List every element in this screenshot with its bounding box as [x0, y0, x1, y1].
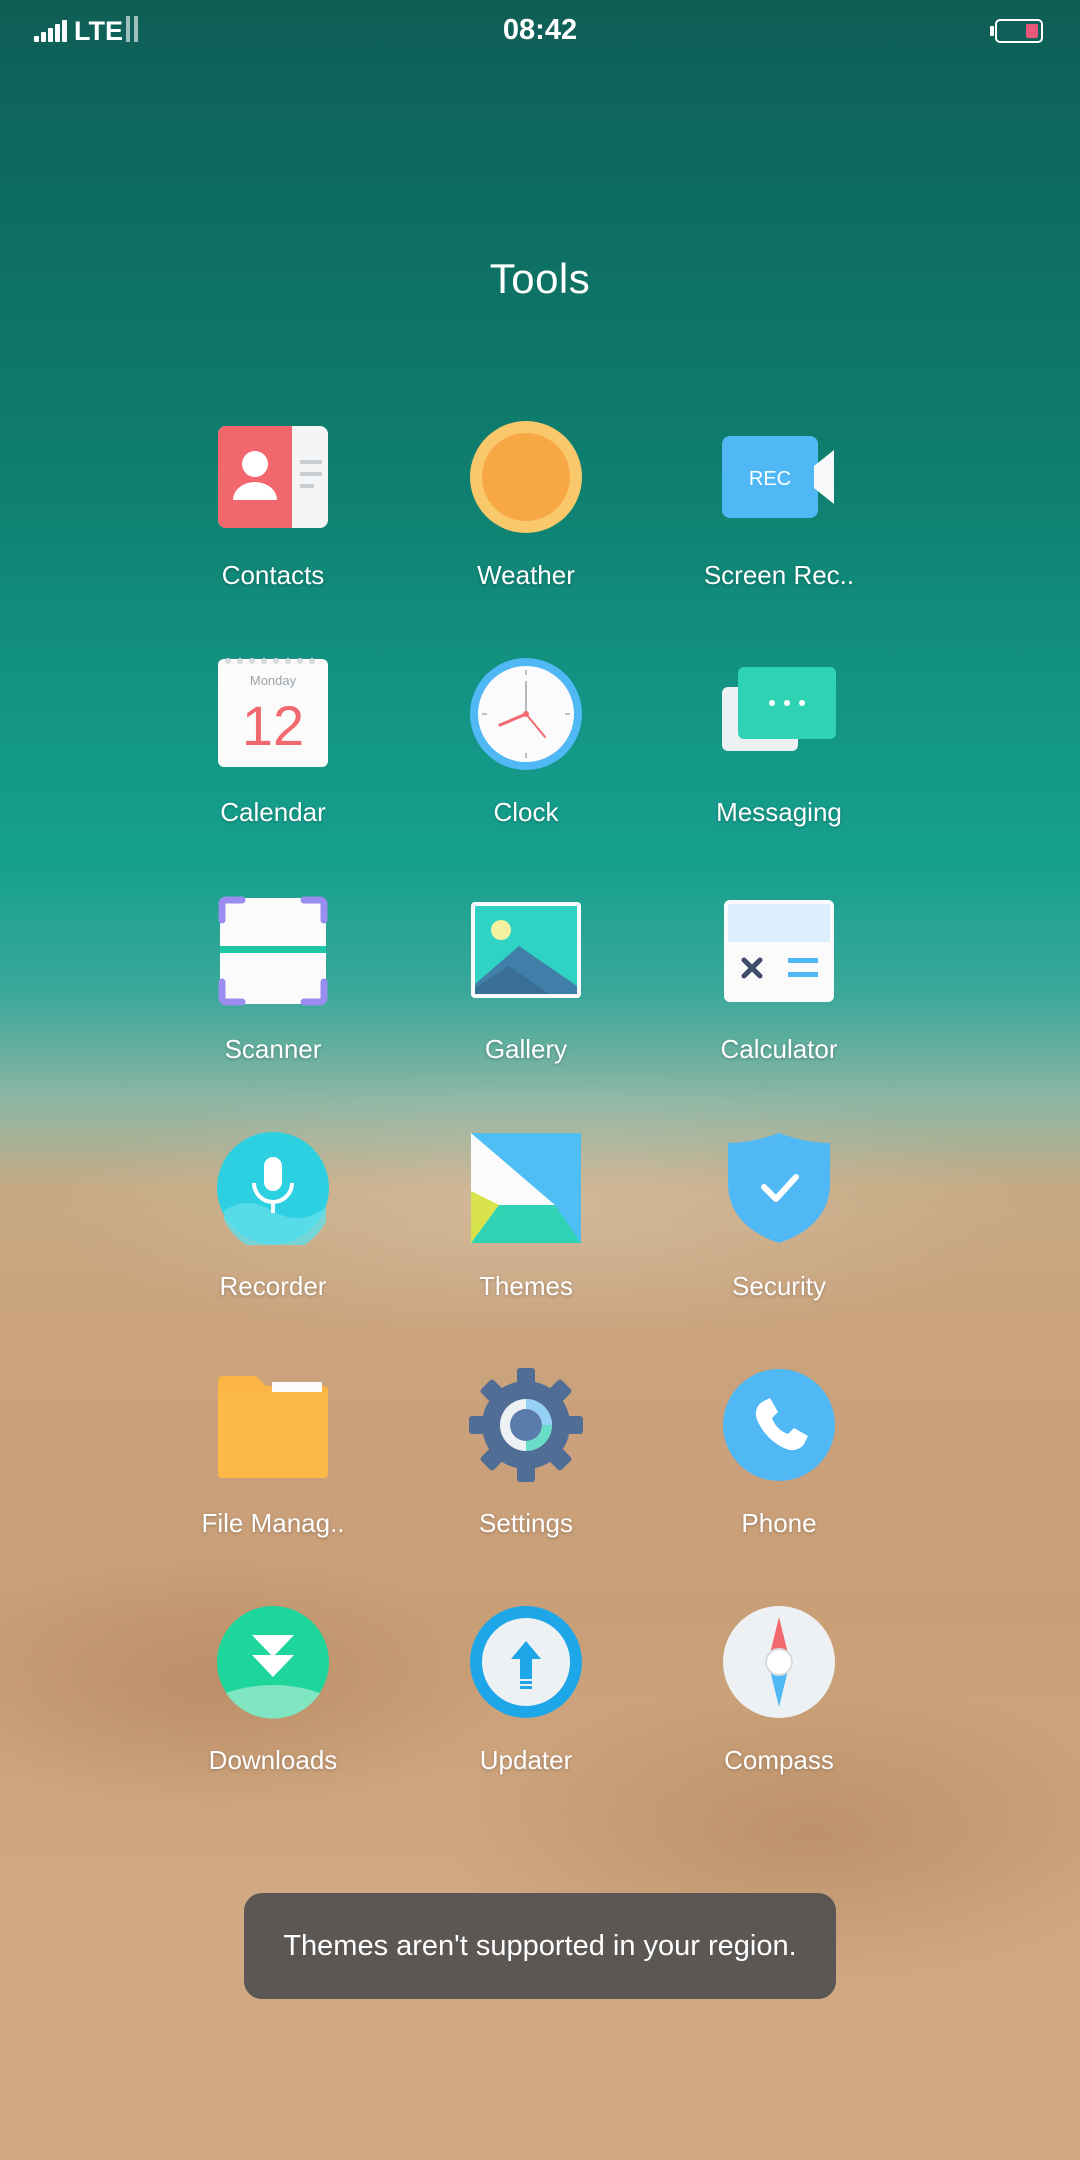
app-label: Clock — [493, 797, 559, 827]
app-contacts[interactable]: Contacts — [173, 420, 373, 620]
app-screen-recorder[interactable]: REC Screen Rec.. — [679, 420, 879, 620]
app-label: Downloads — [208, 1745, 338, 1775]
download-icon — [216, 1605, 330, 1719]
app-file-manager[interactable]: File Manag.. — [173, 1368, 373, 1568]
clock-icon — [469, 657, 583, 771]
app-label: Screen Rec.. — [703, 560, 855, 590]
app-compass[interactable]: Compass — [679, 1605, 879, 1805]
app-clock[interactable]: Clock — [426, 657, 626, 857]
app-label: Recorder — [219, 1271, 327, 1301]
app-phone[interactable]: Phone — [679, 1368, 879, 1568]
app-weather[interactable]: Weather — [426, 420, 626, 620]
app-calendar[interactable]: Monday 12 Calendar — [173, 657, 373, 857]
app-label: Calendar — [220, 797, 326, 827]
app-label: Themes — [479, 1271, 573, 1301]
app-label: File Manag.. — [201, 1508, 345, 1538]
app-security[interactable]: Security — [679, 1131, 879, 1331]
app-recorder[interactable]: Recorder — [173, 1131, 373, 1331]
app-label: Gallery — [484, 1034, 568, 1064]
app-grid: Contacts Weather REC Screen Rec.. Monday… — [0, 0, 1080, 2160]
app-label: Scanner — [224, 1034, 322, 1064]
app-label: Compass — [724, 1745, 834, 1775]
update-arrow-icon — [469, 1605, 583, 1719]
app-label: Calculator — [720, 1034, 838, 1064]
app-downloads[interactable]: Downloads — [173, 1605, 373, 1805]
app-label: Settings — [479, 1508, 573, 1538]
app-updater[interactable]: Updater — [426, 1605, 626, 1805]
calendar-weekday: Monday — [250, 673, 297, 688]
calculator-icon — [722, 894, 836, 1008]
app-themes[interactable]: Themes — [426, 1131, 626, 1331]
calendar-date: 12 — [242, 694, 304, 757]
calendar-icon: Monday 12 — [216, 657, 330, 771]
app-label: Updater — [479, 1745, 573, 1775]
svg-text:REC: REC — [749, 468, 791, 490]
video-camera-icon: REC — [722, 420, 836, 534]
app-label: Contacts — [221, 560, 325, 590]
app-gallery[interactable]: Gallery — [426, 894, 626, 1094]
folder-icon — [216, 1368, 330, 1482]
toast-message: Themes aren't supported in your region. — [244, 1893, 836, 1999]
gear-icon — [469, 1368, 583, 1482]
shield-icon — [722, 1131, 836, 1245]
app-label: Messaging — [716, 797, 842, 827]
compass-icon — [722, 1605, 836, 1719]
app-messaging[interactable]: Messaging — [679, 657, 879, 857]
app-label: Weather — [477, 560, 575, 590]
app-scanner[interactable]: Scanner — [173, 894, 373, 1094]
phone-icon — [722, 1368, 836, 1482]
app-label: Phone — [741, 1508, 817, 1538]
chat-bubble-icon — [722, 657, 836, 771]
contacts-icon — [216, 420, 330, 534]
themes-icon — [469, 1131, 583, 1245]
microphone-icon — [216, 1131, 330, 1245]
toast-text: Themes aren't supported in your region. — [283, 1929, 797, 1962]
picture-icon — [469, 894, 583, 1008]
scanner-icon — [216, 894, 330, 1008]
app-settings[interactable]: Settings — [426, 1368, 626, 1568]
app-calculator[interactable]: Calculator — [679, 894, 879, 1094]
app-label: Security — [732, 1271, 826, 1301]
sun-icon — [469, 420, 583, 534]
